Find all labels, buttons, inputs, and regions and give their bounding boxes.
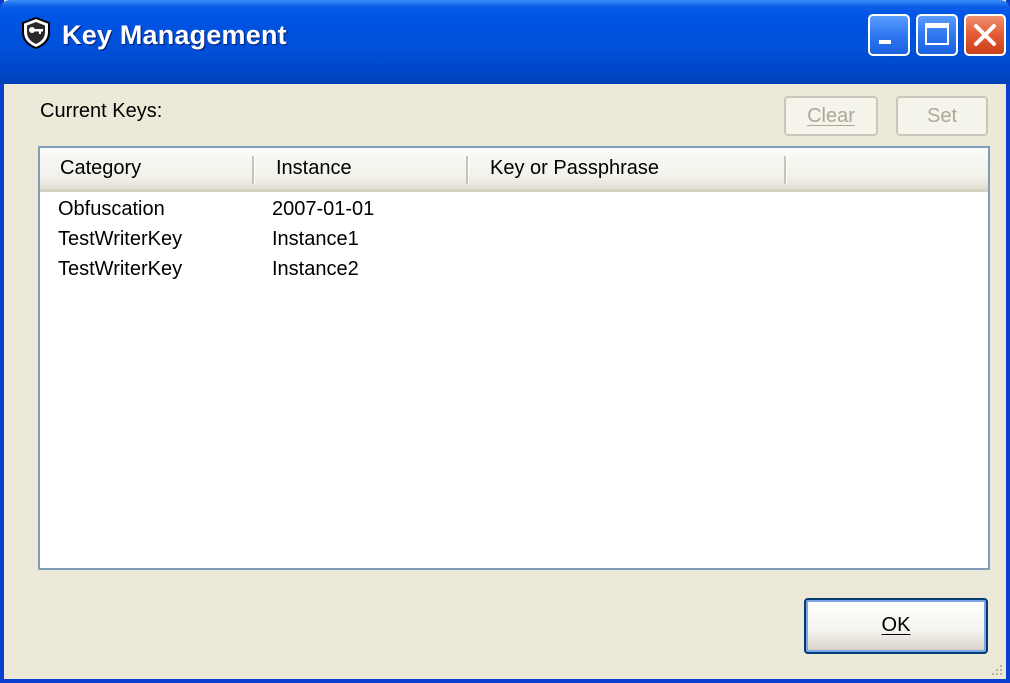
maximize-button[interactable]: [916, 14, 958, 56]
current-keys-label: Current Keys:: [40, 100, 163, 122]
close-button[interactable]: [964, 14, 1006, 56]
ok-button-label: OK: [881, 614, 911, 636]
column-header-blank: [788, 148, 988, 189]
title-bar[interactable]: Key Management: [0, 0, 1010, 84]
column-divider[interactable]: [466, 156, 469, 184]
column-header-instance[interactable]: Instance: [256, 148, 468, 189]
close-icon: [974, 24, 996, 46]
column-header-key[interactable]: Key or Passphrase: [470, 148, 786, 189]
table-row[interactable]: TestWriterKey Instance1: [40, 224, 988, 254]
table-row[interactable]: TestWriterKey Instance2: [40, 254, 988, 284]
cell-instance: 2007-01-01: [272, 198, 375, 220]
keys-list-view[interactable]: Category Instance Key or Passphrase Obfu…: [38, 146, 990, 570]
column-divider[interactable]: [784, 156, 787, 184]
clear-button[interactable]: Clear: [784, 96, 878, 136]
cell-category: TestWriterKey: [58, 228, 183, 250]
cell-instance: Instance1: [272, 228, 359, 250]
cell-instance: Instance2: [272, 258, 359, 280]
column-header-category[interactable]: Category: [40, 148, 254, 189]
clear-button-label: Clear: [807, 105, 855, 127]
set-button-label: Set: [926, 105, 958, 127]
cell-category: Obfuscation: [58, 198, 165, 220]
list-header: Category Instance Key or Passphrase: [40, 148, 988, 192]
minimize-button[interactable]: [868, 14, 910, 56]
table-row[interactable]: Obfuscation 2007-01-01: [40, 194, 988, 224]
set-button[interactable]: Set: [896, 96, 988, 136]
column-divider[interactable]: [252, 156, 255, 184]
minimize-icon: [879, 40, 891, 44]
ok-button[interactable]: OK: [804, 598, 988, 654]
resize-grip-icon[interactable]: [988, 661, 1004, 677]
cell-category: TestWriterKey: [58, 258, 183, 280]
maximize-icon: [925, 23, 949, 45]
window-title: Key Management: [62, 20, 287, 50]
shield-key-icon: [20, 16, 52, 50]
